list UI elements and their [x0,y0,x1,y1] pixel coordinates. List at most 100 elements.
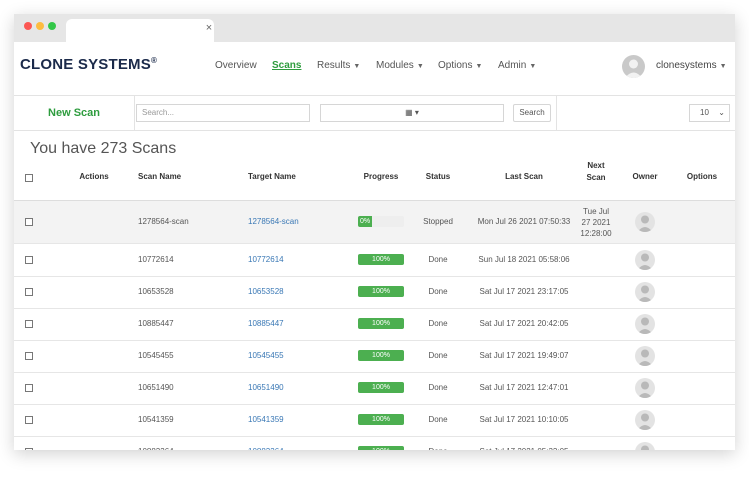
table-row[interactable]: 1278564-scan 1278564-scan Stopped Mon Jul 2… [14,201,735,244]
owner-avatar-icon [635,250,655,270]
table-row[interactable]: 10651490 10651490 Done Sat Jul 17 2021 12:4… [14,372,735,405]
progress-label: 100% [358,446,404,450]
owner-avatar-icon [635,410,655,430]
nav-item-label: Options [438,60,473,71]
owner-avatar-icon [635,314,655,334]
table-row[interactable]: 10545455 10545455 Done Sat Jul 17 2021 19:4… [14,340,735,373]
browser-tab[interactable]: × [66,19,214,42]
column-header-scan-name[interactable]: Scan Name [138,172,181,181]
progress-label: 100% [372,320,390,327]
chevron-down-icon: ▼ [475,63,483,70]
chevron-down-icon: ▼ [529,63,537,70]
row-checkbox[interactable] [25,218,33,226]
nav-item-results[interactable]: Results ▼ [317,60,360,71]
progress-bar: 100% [358,286,404,297]
row-checkbox[interactable] [25,256,33,264]
per-page-value: 10 [700,108,709,117]
search-input[interactable]: Search... [136,104,310,122]
status-text: Stopped [423,217,453,226]
scan-name: 10541359 [138,415,174,424]
user-avatar[interactable] [622,55,645,78]
scan-name: 1278564-scan [138,217,189,226]
per-page-select[interactable]: 10 ⌄ [689,104,730,122]
status-text: Done [428,319,448,328]
column-header-next-scan[interactable]: Next Scan [582,160,610,184]
date-filter-select[interactable]: ▦ ▾ [320,104,504,122]
brand-logo[interactable]: CLONE SYSTEMS® [20,56,157,73]
tab-close-icon[interactable]: × [202,22,216,34]
scan-name: 10885447 [138,319,174,328]
column-header-options: Options [686,172,718,181]
last-scan: Sat Jul 17 2021 20:42:05 [479,319,569,328]
table-row[interactable]: 10883364 10883364 Done Sat Jul 17 2021 05:3… [14,436,735,450]
progress-bar: 100% [358,318,404,329]
select-all-checkbox[interactable] [25,174,33,182]
progress-bar: 100% [358,350,404,361]
column-header-target-name[interactable]: Target Name [248,172,296,181]
row-checkbox[interactable] [25,320,33,328]
row-checkbox[interactable] [25,384,33,392]
nav-item-modules[interactable]: Modules ▼ [376,60,424,71]
column-header-status[interactable]: Status [420,172,456,181]
row-checkbox[interactable] [25,448,33,450]
last-scan: Mon Jul 26 2021 07:50:33 [477,217,571,226]
target-name-link[interactable]: 10653528 [248,287,284,296]
row-checkbox[interactable] [25,288,33,296]
nav-item-admin[interactable]: Admin ▼ [498,60,536,71]
column-header-last-scan[interactable]: Last Scan [492,172,556,181]
column-header-actions: Actions [79,172,109,181]
status-text: Done [428,415,448,424]
target-name-link[interactable]: 10885447 [248,319,284,328]
progress-bar: 100% [358,254,404,265]
window-close-dot[interactable] [24,22,32,30]
row-checkbox[interactable] [25,416,33,424]
nav-item-scans[interactable]: Scans [272,60,301,71]
progress-bar: 100% [358,446,404,450]
target-name-link[interactable]: 1278564-scan [248,217,299,226]
next-scan-line: 12:28:00 [580,229,612,238]
nav-item-label: Scans [272,60,302,71]
progress-bar: 0% [358,216,404,227]
chevron-down-icon: ▼ [416,63,424,70]
table-row[interactable]: 10885447 10885447 Done Sat Jul 17 2021 20:4… [14,308,735,341]
logo-text: CLONE SYSTEMS [20,56,151,73]
last-scan: Sat Jul 17 2021 10:10:05 [479,415,569,424]
owner-avatar-icon [635,282,655,302]
status-text: Done [428,351,448,360]
browser-chrome: × [14,14,735,42]
status-text: Done [428,383,448,392]
status-text: Done [428,255,448,264]
scan-toolbar: New Scan Search... ▦ ▾ Search 10 ⌄ [14,96,735,131]
target-name-link[interactable]: 10651490 [248,383,284,392]
nav-item-options[interactable]: Options ▼ [438,60,482,71]
last-scan: Sun Jul 18 2021 05:58:06 [478,255,570,264]
target-name-link[interactable]: 10541359 [248,415,284,424]
user-menu[interactable]: clonesystems ▼ [656,60,727,71]
row-checkbox[interactable] [25,352,33,360]
new-scan-button[interactable]: New Scan [14,96,135,130]
next-scan-line: 27 2021 [581,218,611,227]
chevron-down-icon: ▼ [353,63,361,70]
last-scan: Sat Jul 17 2021 23:17:05 [479,287,569,296]
target-name-link[interactable]: 10545455 [248,351,284,360]
table-row[interactable]: 10653528 10653528 Done Sat Jul 17 2021 23:1… [14,276,735,309]
nav-item-overview[interactable]: Overview [215,60,257,71]
progress-bar: 100% [358,382,404,393]
scan-name: 10545455 [138,351,174,360]
table-row[interactable]: 10772614 10772614 Done Sun Jul 18 2021 05:5… [14,244,735,277]
window-maximize-dot[interactable] [48,22,56,30]
target-name-link[interactable]: 10883364 [248,447,284,450]
window-minimize-dot[interactable] [36,22,44,30]
progress-label: 100% [372,416,390,423]
calendar-icon: ▦ [405,108,413,117]
nav-item-label: Admin [498,60,527,71]
nav-item-label: Overview [215,60,257,71]
scan-name: 10883364 [138,447,174,450]
table-row[interactable]: 10541359 10541359 Done Sat Jul 17 2021 10:1… [14,404,735,437]
column-header-progress[interactable]: Progress [359,172,403,181]
search-button[interactable]: Search [513,104,551,122]
target-name-link[interactable]: 10772614 [248,255,284,264]
next-scan-line: Tue Jul [583,207,609,216]
top-navbar: CLONE SYSTEMS® Overview Scans Results ▼ Modu… [14,42,735,96]
nav-item-label: Modules [376,60,414,71]
